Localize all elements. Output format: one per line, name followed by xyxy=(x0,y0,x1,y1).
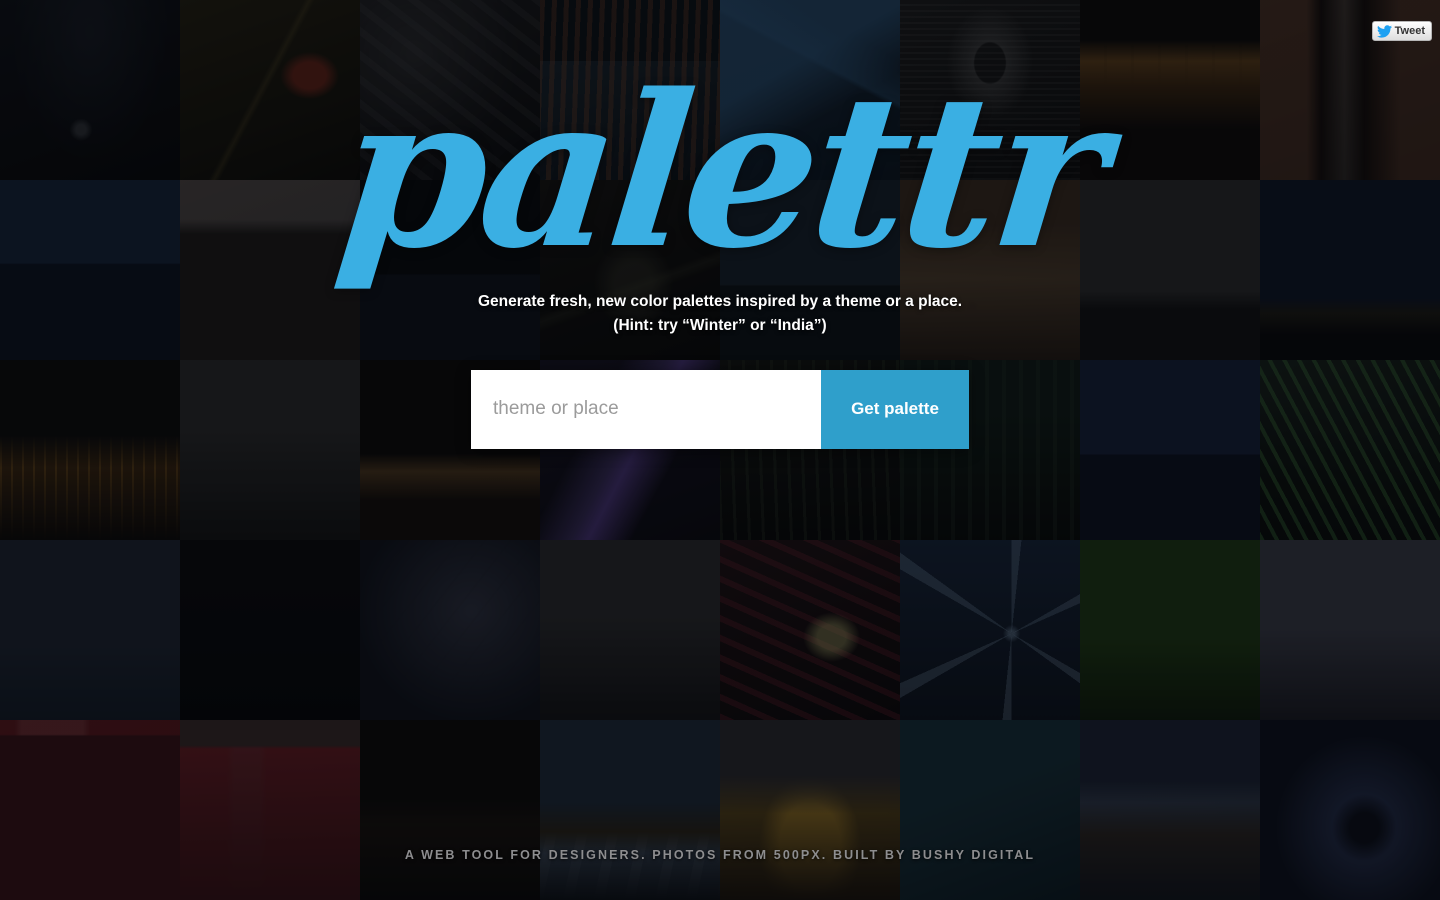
page-root: palettr Generate fresh, new color palett… xyxy=(0,0,1440,900)
tagline-hint: (Hint: try “Winter” or “India”) xyxy=(613,316,827,334)
tile-darkening-overlay xyxy=(720,540,900,720)
mosaic-tile-glass-tower-city xyxy=(540,540,720,720)
mosaic-tile-city-lights-riverside xyxy=(0,360,180,540)
mosaic-tile-overcast-storm-clouds xyxy=(1080,180,1260,360)
mosaic-tile-pelican-landing-water xyxy=(0,540,180,720)
tile-darkening-overlay xyxy=(1080,540,1260,720)
tile-darkening-overlay xyxy=(0,0,180,180)
tile-darkening-overlay xyxy=(540,720,720,900)
mosaic-tile-butterfly-on-red xyxy=(720,540,900,720)
tile-darkening-overlay xyxy=(180,540,360,720)
tile-darkening-overlay xyxy=(900,720,1080,900)
tile-darkening-overlay xyxy=(360,540,540,720)
mosaic-tile-blue-ice-cave xyxy=(1260,720,1440,900)
mosaic-tile-green-fern-fronds xyxy=(1260,360,1440,540)
tile-darkening-overlay xyxy=(0,180,180,360)
tile-darkening-overlay xyxy=(1260,360,1440,540)
tile-darkening-overlay xyxy=(1080,180,1260,360)
mosaic-tile-desert-ridge-at-dusk xyxy=(360,720,540,900)
mosaic-tile-golden-gate-road-sign xyxy=(180,360,360,540)
get-palette-button[interactable]: Get palette xyxy=(821,369,969,449)
tile-darkening-overlay xyxy=(540,540,720,720)
mosaic-tile-snow-mountain-lagoon xyxy=(1080,720,1260,900)
footer-credit: A WEB TOOL FOR DESIGNERS. PHOTOS FROM 50… xyxy=(404,848,1036,862)
mosaic-tile-bridge-lights-night xyxy=(180,540,360,720)
tile-darkening-overlay xyxy=(1260,720,1440,900)
site-logo: palettr xyxy=(327,48,1113,295)
tile-darkening-overlay xyxy=(720,720,900,900)
tweet-button[interactable]: Tweet xyxy=(1371,21,1432,41)
tile-darkening-overlay xyxy=(1260,180,1440,360)
mosaic-tile-moonlit-mountain-lake xyxy=(0,180,180,360)
search-input[interactable] xyxy=(471,369,821,449)
mosaic-tile-dramatic-sky-clouds xyxy=(540,720,720,900)
mosaic-tile-aerial-coast-map xyxy=(900,720,1080,900)
tile-darkening-overlay xyxy=(180,360,360,540)
tile-darkening-overlay xyxy=(0,540,180,720)
tagline: Generate fresh, new color palettes inspi… xyxy=(478,290,962,338)
tagline-line-1: Generate fresh, new color palettes inspi… xyxy=(477,292,963,310)
tweet-button-label: Tweet xyxy=(1394,24,1425,37)
mosaic-tile-night-sky-silhouette xyxy=(0,0,180,180)
tile-darkening-overlay xyxy=(900,540,1080,720)
mosaic-tile-bare-branches-mist xyxy=(360,540,540,720)
palette-search-form: Get palette xyxy=(471,369,969,449)
mosaic-tile-red-wall-window xyxy=(180,720,360,900)
mosaic-tile-frog-shadow-on-leaf xyxy=(1080,540,1260,720)
tile-darkening-overlay xyxy=(1080,720,1260,900)
mosaic-tile-pink-poppies-field xyxy=(1260,540,1440,720)
tile-darkening-overlay xyxy=(180,720,360,900)
twitter-bird-icon xyxy=(1376,24,1392,38)
tile-darkening-overlay xyxy=(180,0,360,180)
tile-darkening-overlay xyxy=(1260,540,1440,720)
mosaic-tile-golden-rock-pagoda xyxy=(720,720,900,900)
tile-darkening-overlay xyxy=(0,720,180,900)
mosaic-tile-red-insect-on-stem xyxy=(180,0,360,180)
tile-darkening-overlay xyxy=(0,360,180,540)
tile-darkening-overlay xyxy=(360,720,540,900)
mosaic-tile-milky-way-over-cliff xyxy=(1260,180,1440,360)
mosaic-tile-snowflake-macro xyxy=(900,540,1080,720)
mosaic-tile-city-skyline-blue xyxy=(1080,360,1260,540)
mosaic-tile-old-red-bus-window xyxy=(0,720,180,900)
tile-darkening-overlay xyxy=(1080,360,1260,540)
